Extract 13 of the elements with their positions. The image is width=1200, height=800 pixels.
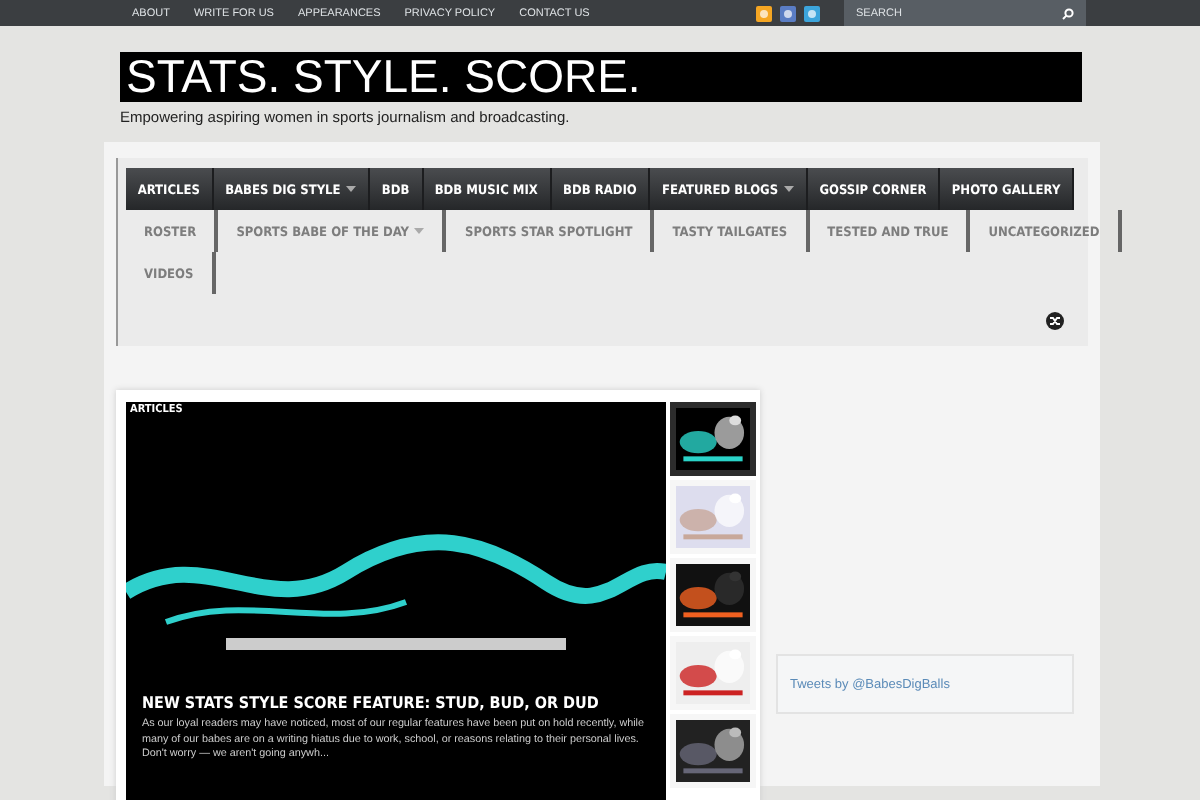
search-icon[interactable] bbox=[1062, 7, 1074, 19]
social-icon[interactable] bbox=[780, 5, 796, 21]
caret-icon bbox=[346, 186, 357, 192]
post-headline[interactable]: NEW STATS STYLE SCORE FEATURE: STUD, BUD, OR DUD bbox=[142, 694, 650, 712]
site-title: STATS. STYLE. SCORE. bbox=[120, 52, 1082, 102]
slide-thumbnail[interactable] bbox=[670, 480, 756, 554]
caret-icon bbox=[784, 186, 795, 192]
slide-thumbnail[interactable] bbox=[670, 714, 756, 788]
slide-thumbnail[interactable] bbox=[670, 558, 756, 632]
caret-icon bbox=[414, 228, 425, 234]
shuffle-icon[interactable] bbox=[1046, 312, 1064, 330]
slide-thumbnail[interactable] bbox=[670, 636, 756, 710]
slide-thumbnail[interactable] bbox=[670, 402, 756, 476]
